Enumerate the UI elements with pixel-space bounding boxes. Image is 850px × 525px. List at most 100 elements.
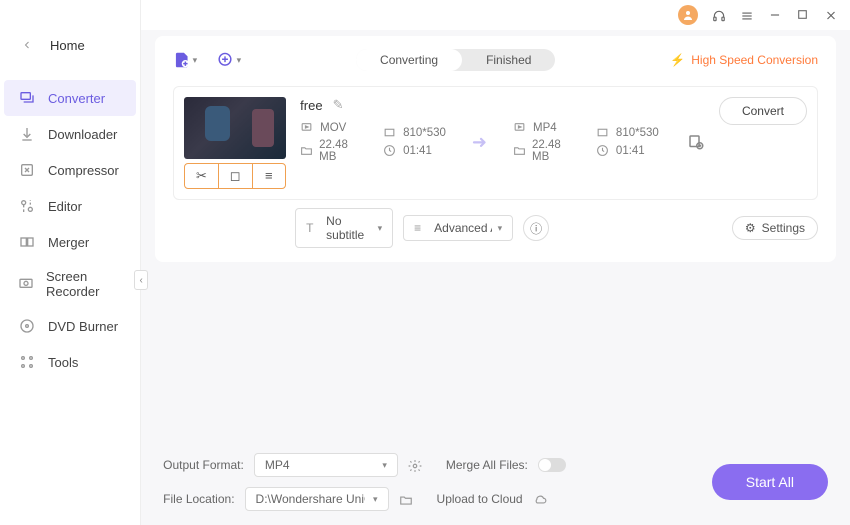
menu-icon: ≡	[265, 168, 273, 183]
window-minimize-icon[interactable]	[768, 8, 782, 22]
gear-icon: ⚙	[745, 221, 756, 235]
sidebar-item-label: Merger	[48, 235, 89, 250]
video-thumbnail[interactable]	[184, 97, 286, 159]
window-maximize-icon[interactable]	[796, 8, 810, 22]
file-name: free	[300, 98, 322, 113]
sidebar-item-tools[interactable]: Tools	[0, 344, 140, 380]
target-duration: 01:41	[616, 145, 645, 157]
window-close-icon[interactable]	[824, 8, 838, 22]
resolution-icon	[383, 126, 397, 140]
output-format-select[interactable]: MP4 ▾	[254, 453, 398, 477]
more-actions-button[interactable]: ≡	[252, 164, 286, 188]
output-format-label: Output Format:	[163, 458, 244, 472]
audio-select[interactable]: ≡ Advanced Audi... ▾	[403, 215, 513, 241]
tab-finished[interactable]: Finished	[462, 49, 555, 71]
resolution-icon	[596, 126, 610, 140]
tab-converting[interactable]: Converting	[356, 49, 462, 71]
file-meta-grid: MOV 22.48 MB 810*530 01:41 ➜ MP4 22.48 M…	[300, 121, 705, 163]
file-item: ✂ ◻ ≡ free ✎ MOV 22.48 MB 810*530	[173, 86, 818, 200]
file-settings-button[interactable]: ⚙ Settings	[732, 216, 818, 240]
sidebar-item-label: Editor	[48, 199, 82, 214]
crop-button[interactable]: ◻	[218, 164, 252, 188]
sidebar-item-editor[interactable]: Editor	[0, 188, 140, 224]
sidebar-collapse-handle[interactable]: ‹	[134, 270, 148, 290]
home-back-button[interactable]: Home	[0, 28, 140, 62]
toolbar-row: ▾ ▾ Converting Finished ⚡ High Speed Con…	[173, 48, 818, 72]
source-format-col: MOV 22.48 MB	[300, 121, 363, 163]
convert-column: Convert	[719, 97, 807, 125]
add-file-button[interactable]: ▾	[173, 48, 197, 72]
tools-icon	[18, 353, 36, 371]
sidebar-item-dvd-burner[interactable]: DVD Burner	[0, 308, 140, 344]
add-url-button[interactable]: ▾	[217, 48, 241, 72]
output-settings-gear-icon[interactable]	[408, 458, 422, 472]
dvd-icon	[18, 317, 36, 335]
file-location-select[interactable]: D:\Wondershare UniConverter 1 ▾	[245, 487, 389, 511]
sidebar-item-converter[interactable]: Converter	[4, 80, 136, 116]
convert-button[interactable]: Convert	[719, 97, 807, 125]
rename-icon[interactable]: ✎	[333, 97, 344, 113]
speed-badge-label: High Speed Conversion	[691, 53, 818, 67]
file-location-label: File Location:	[163, 492, 234, 506]
chevron-down-icon: ▾	[378, 223, 383, 234]
target-format: MP4	[533, 122, 557, 134]
edit-toolbar: ✂ ◻ ≡	[184, 163, 286, 189]
tab-switch: Converting Finished	[356, 49, 555, 71]
home-label: Home	[50, 38, 85, 53]
target-format-col: MP4 22.48 MB	[513, 121, 576, 163]
merger-icon	[18, 233, 36, 251]
headset-icon[interactable]	[712, 8, 726, 22]
file-title-row: free ✎	[300, 97, 705, 113]
sidebar-item-label: Tools	[48, 355, 78, 370]
clock-icon	[596, 144, 610, 158]
settings-label: Settings	[762, 221, 805, 235]
titlebar	[141, 0, 850, 30]
sidebar-item-merger[interactable]: Merger	[0, 224, 140, 260]
downloader-icon	[18, 125, 36, 143]
merge-all-toggle[interactable]	[538, 458, 566, 472]
info-icon-button[interactable]: ⓘ	[523, 215, 549, 241]
video-file-icon	[300, 121, 314, 135]
sidebar-item-downloader[interactable]: Downloader	[0, 116, 140, 152]
file-info: free ✎ MOV 22.48 MB 810*530 01:41 ➜ MP4	[300, 97, 705, 163]
sidebar-item-label: Converter	[48, 91, 105, 106]
compressor-icon	[18, 161, 36, 179]
converter-icon	[18, 89, 36, 107]
chevron-down-icon: ▾	[498, 223, 503, 234]
start-all-button[interactable]: Start All	[712, 464, 828, 500]
crop-icon: ◻	[230, 168, 241, 183]
file-sub-row: T No subtitle ▾ ≡ Advanced Audi... ▾ ⓘ ⚙…	[295, 208, 818, 248]
clock-icon	[383, 144, 397, 158]
folder-icon	[300, 144, 313, 158]
lightning-icon: ⚡	[670, 53, 685, 67]
folder-icon	[513, 144, 526, 158]
chevron-down-icon: ▾	[237, 55, 242, 66]
chevron-left-icon	[18, 36, 36, 54]
cloud-icon[interactable]	[533, 492, 547, 506]
main-area: ‹ ▾ ▾ Converting Finished	[141, 0, 850, 525]
chevron-down-icon: ▾	[382, 460, 387, 471]
target-meta-col: 810*530 01:41	[596, 126, 659, 158]
source-meta-col: 810*530 01:41	[383, 126, 446, 158]
target-resolution: 810*530	[616, 127, 659, 139]
high-speed-badge[interactable]: ⚡ High Speed Conversion	[670, 53, 818, 67]
sidebar-item-label: Compressor	[48, 163, 119, 178]
source-size: 22.48 MB	[319, 139, 363, 163]
source-format: MOV	[320, 122, 346, 134]
open-folder-icon[interactable]	[399, 492, 413, 506]
upload-cloud-label: Upload to Cloud	[437, 492, 523, 506]
content-card: ▾ ▾ Converting Finished ⚡ High Speed Con…	[155, 36, 836, 262]
output-format-value: MP4	[265, 458, 290, 472]
subtitle-select[interactable]: T No subtitle ▾	[295, 208, 393, 248]
sidebar-item-label: Downloader	[48, 127, 117, 142]
sidebar: Home Converter Downloader Compressor Edi…	[0, 0, 141, 525]
output-settings-icon[interactable]	[687, 132, 705, 152]
sidebar-item-compressor[interactable]: Compressor	[0, 152, 140, 188]
chevron-down-icon: ▾	[193, 55, 198, 66]
avatar-icon[interactable]	[678, 5, 698, 25]
hamburger-menu-icon[interactable]	[740, 8, 754, 22]
trim-button[interactable]: ✂	[185, 164, 218, 188]
editor-icon	[18, 197, 36, 215]
sidebar-item-screen-recorder[interactable]: Screen Recorder	[0, 260, 140, 308]
bottom-bar: Output Format: MP4 ▾ Merge All Files: Fi…	[141, 439, 850, 525]
